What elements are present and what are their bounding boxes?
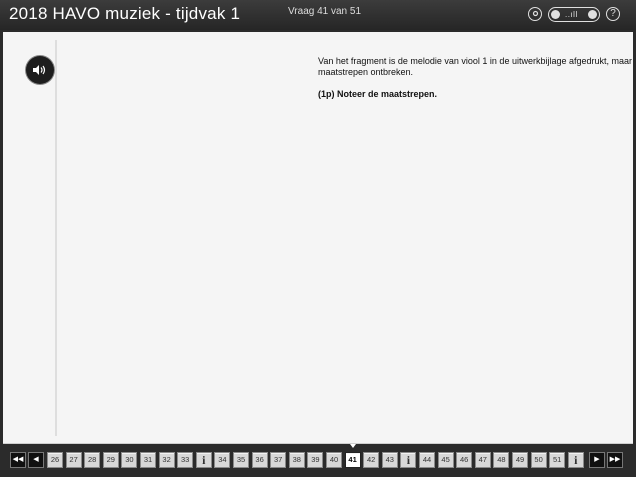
exam-title: 2018 HAVO muziek - tijdvak 1 xyxy=(9,4,241,23)
question-button-41[interactable]: 41 xyxy=(344,452,361,468)
question-button-31[interactable]: 31 xyxy=(140,452,156,468)
question-button-45[interactable]: 45 xyxy=(437,452,454,468)
question-button-49[interactable]: 49 xyxy=(512,452,528,468)
question-button-28[interactable]: 28 xyxy=(84,452,101,468)
question-button-29[interactable]: 29 xyxy=(102,452,119,468)
info-page-button[interactable]: i xyxy=(195,452,212,468)
volume-level-indicator: ..ıll xyxy=(565,10,578,19)
gear-icon xyxy=(532,10,538,17)
info-page-button[interactable]: i xyxy=(567,452,584,468)
question-button-43[interactable]: 43 xyxy=(381,452,398,468)
first-question-button[interactable]: ◀◀ xyxy=(10,452,26,468)
question-panel: Van het fragment is de melodie van viool… xyxy=(3,32,633,444)
question-button-38[interactable]: 38 xyxy=(288,452,305,468)
info-page-button[interactable]: i xyxy=(400,452,417,468)
question-text: Van het fragment is de melodie van viool… xyxy=(318,56,633,77)
question-button-34[interactable]: 34 xyxy=(214,452,231,468)
volume-up-icon[interactable] xyxy=(588,9,597,19)
question-button-47[interactable]: 47 xyxy=(474,452,491,468)
next-question-button[interactable]: ▶ xyxy=(589,452,605,468)
volume-down-icon[interactable] xyxy=(551,9,560,19)
question-button-39[interactable]: 39 xyxy=(307,452,324,468)
question-button-42[interactable]: 42 xyxy=(363,452,380,468)
question-button-35[interactable]: 35 xyxy=(233,452,249,468)
question-task: (1p) Noteer de maatstrepen. xyxy=(318,89,438,99)
question-button-36[interactable]: 36 xyxy=(251,452,268,468)
question-button-48[interactable]: 48 xyxy=(493,452,510,468)
current-question-marker xyxy=(350,444,356,448)
question-button-51[interactable]: 51 xyxy=(549,452,566,468)
header-bar: 2018 HAVO muziek - tijdvak 1 Vraag 41 va… xyxy=(0,0,636,30)
audio-play-button[interactable] xyxy=(26,56,54,84)
volume-control[interactable]: ..ıll xyxy=(548,7,600,22)
sidebar-divider xyxy=(55,40,57,436)
question-button-30[interactable]: 30 xyxy=(121,452,138,468)
question-button-40[interactable]: 40 xyxy=(326,452,342,468)
question-button-27[interactable]: 27 xyxy=(65,452,82,468)
previous-question-button[interactable]: ◀ xyxy=(28,452,44,468)
question-counter: Vraag 41 van 51 xyxy=(288,6,362,17)
question-button-44[interactable]: 44 xyxy=(419,452,435,468)
question-button-26[interactable]: 26 xyxy=(47,452,63,468)
last-question-button[interactable]: ▶▶ xyxy=(607,452,623,468)
help-icon[interactable]: ? xyxy=(606,7,620,21)
question-button-46[interactable]: 46 xyxy=(456,452,473,468)
question-button-37[interactable]: 37 xyxy=(270,452,287,468)
speaker-icon xyxy=(33,65,46,75)
question-navigation: ◀◀ ◀ 26 27 28 29 30 31 32 33 i 34 35 36 37 38 39 40 41 42… xyxy=(0,449,636,477)
question-button-32[interactable]: 32 xyxy=(158,452,175,468)
settings-icon[interactable] xyxy=(528,7,542,21)
question-button-33[interactable]: 33 xyxy=(177,452,194,468)
question-button-50[interactable]: 50 xyxy=(530,452,547,468)
